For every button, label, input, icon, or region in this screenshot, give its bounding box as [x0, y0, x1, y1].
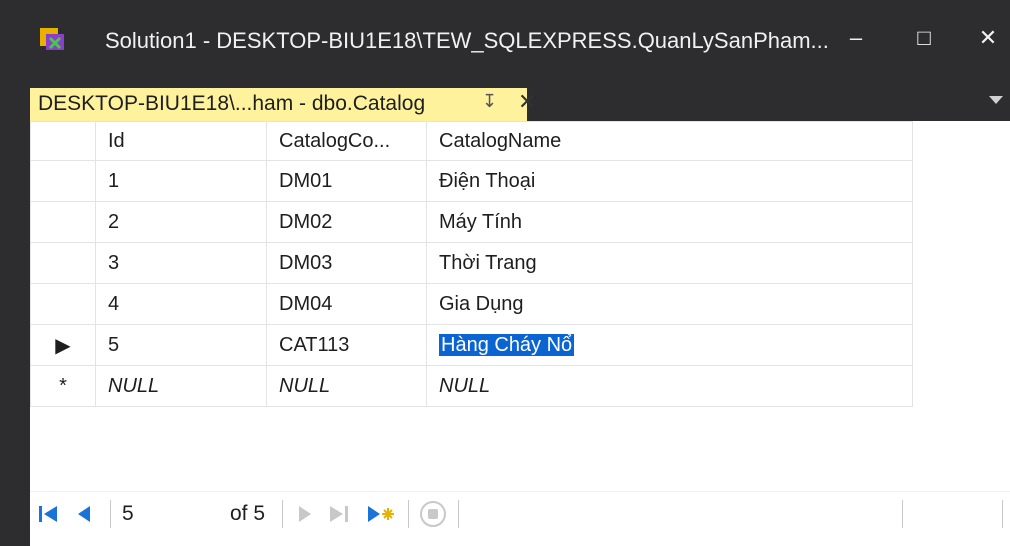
column-header-catalogcode[interactable]: CatalogCo... [266, 121, 427, 161]
first-record-icon[interactable] [38, 505, 58, 523]
row-header-corner[interactable] [30, 121, 96, 161]
cell-catalog-code[interactable]: CAT113 [266, 324, 427, 366]
cell-catalog-code[interactable]: DM03 [266, 242, 427, 284]
document-tabstrip: DESKTOP-BIU1E18\...ham - dbo.Catalog ↧ ✕ [0, 88, 1010, 121]
cell-catalog-code[interactable]: DM01 [266, 160, 427, 202]
new-record-icon[interactable] [366, 504, 396, 524]
divider [408, 500, 409, 528]
row-indicator[interactable] [30, 160, 96, 202]
results-grid-pane: Id CatalogCo... CatalogName 1 DM01 Điện … [30, 121, 1010, 546]
table-row[interactable]: 3 DM03 Thời Trang [30, 242, 913, 284]
column-header-catalogname[interactable]: CatalogName [426, 121, 913, 161]
divider [1002, 500, 1003, 528]
divider [458, 500, 459, 528]
divider [110, 500, 111, 528]
maximize-icon[interactable]: □ [902, 18, 946, 58]
close-tab-icon[interactable]: ✕ [518, 89, 536, 115]
data-grid: Id CatalogCo... CatalogName 1 DM01 Điện … [30, 121, 913, 407]
next-record-icon[interactable] [296, 505, 314, 523]
previous-record-icon[interactable] [75, 505, 93, 523]
table-row[interactable]: 4 DM04 Gia Dụng [30, 283, 913, 325]
divider [902, 500, 903, 528]
cell-catalog-name[interactable]: Điện Thoại [426, 160, 913, 202]
row-indicator[interactable] [30, 201, 96, 243]
cell-id[interactable]: 4 [95, 283, 267, 325]
cell-catalog-name[interactable]: Gia Dụng [426, 283, 913, 325]
row-indicator[interactable] [30, 283, 96, 325]
cell-catalog-name-editing[interactable]: Hàng Cháy Nổ [426, 324, 913, 366]
tab-dbo-catalog[interactable]: DESKTOP-BIU1E18\...ham - dbo.Catalog ↧ ✕ [30, 88, 536, 121]
cell-id[interactable]: 2 [95, 201, 267, 243]
stop-icon[interactable] [418, 499, 448, 529]
cell-catalog-code[interactable]: DM02 [266, 201, 427, 243]
current-row-indicator-icon[interactable]: ▶ [30, 324, 96, 366]
row-indicator[interactable] [30, 242, 96, 284]
last-record-icon[interactable] [328, 505, 350, 523]
window-titlebar: Solution1 - DESKTOP-BIU1E18\TEW_SQLEXPRE… [0, 0, 1010, 88]
minimize-icon[interactable]: – [834, 18, 878, 58]
column-header-id[interactable]: Id [95, 121, 267, 161]
record-count-label: of 5 [230, 502, 266, 525]
cell-catalog-name[interactable]: Thời Trang [426, 242, 913, 284]
record-navigator: 5 of 5 [30, 491, 1010, 536]
record-position-input[interactable]: 5 [122, 502, 134, 526]
table-row-current[interactable]: ▶ 5 CAT113 Hàng Cháy Nổ [30, 324, 913, 366]
pin-icon[interactable]: ↧ [482, 91, 497, 112]
header-row: Id CatalogCo... CatalogName [30, 121, 913, 161]
cell-id[interactable]: NULL [95, 365, 267, 407]
selected-text[interactable]: Hàng Cháy Nổ [439, 333, 575, 356]
table-row[interactable]: 2 DM02 Máy Tính [30, 201, 913, 243]
cell-id[interactable]: 1 [95, 160, 267, 202]
tab-label: DESKTOP-BIU1E18\...ham - dbo.Catalog [38, 92, 426, 115]
window-title: Solution1 - DESKTOP-BIU1E18\TEW_SQLEXPRE… [105, 28, 829, 53]
new-row[interactable]: * NULL NULL NULL [30, 365, 913, 407]
cell-id[interactable]: 3 [95, 242, 267, 284]
cell-catalog-code[interactable]: DM04 [266, 283, 427, 325]
cell-catalog-code[interactable]: NULL [266, 365, 427, 407]
cell-catalog-name[interactable]: Máy Tính [426, 201, 913, 243]
cell-catalog-name[interactable]: NULL [426, 365, 913, 407]
chevron-down-icon[interactable] [989, 96, 1003, 104]
table-row[interactable]: 1 DM01 Điện Thoại [30, 160, 913, 202]
visual-studio-app-icon [40, 28, 64, 50]
cell-id[interactable]: 5 [95, 324, 267, 366]
new-row-indicator-icon[interactable]: * [30, 365, 96, 407]
divider [282, 500, 283, 528]
close-icon[interactable]: ✕ [966, 18, 1010, 58]
